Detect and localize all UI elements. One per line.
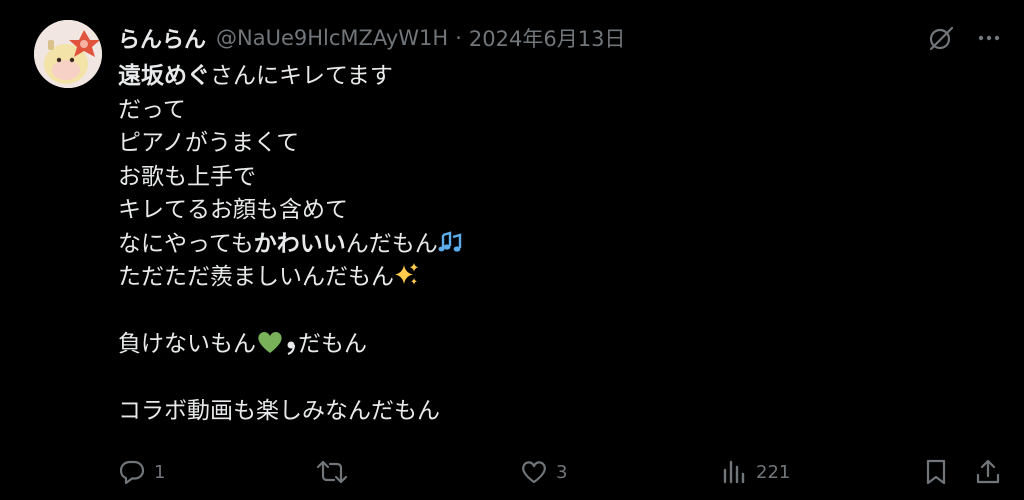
bookmark-icon [926,459,946,485]
share-icon [976,459,1000,484]
tweet-line: ただただ羨ましいんだもん [118,261,462,295]
sparkles-icon [394,262,420,299]
tweet-bold-text: かわいい [253,230,346,257]
tweet-text-segment: 負けないもん [118,331,256,357]
tweet-header: らんらん @NaUe9HlcMZAyW1H · 2024年6月13日 [118,22,625,54]
display-name[interactable]: らんらん [118,22,206,54]
heart-icon [522,461,546,484]
views-icon [723,460,745,484]
tweet-text-segment: だもん [298,331,367,357]
reply-count: 1 [154,461,166,483]
tweet-text-segment: なにやっても [118,230,254,257]
bookmark-button[interactable] [922,455,950,489]
views-count: 221 [756,461,791,483]
reply-button[interactable]: 1 [118,455,165,489]
tweet-line: コラボ動画も楽しみなんだもん [118,398,440,424]
retweet-button[interactable] [316,455,356,489]
retweet-icon [316,460,348,484]
tweet-date[interactable]: 2024年6月13日 [469,23,626,53]
tweet-text-segment: さんにキレてます [210,63,393,89]
reply-icon [119,460,145,485]
tweet-bold-text: 遠坂めぐ [118,63,210,89]
avatar[interactable] [34,20,102,88]
musical-notes-icon [438,230,462,266]
tweet[interactable]: らんらん @NaUe9HlcMZAyW1H · 2024年6月13日 遠坂めぐさ… [0,0,1024,500]
share-button[interactable] [974,455,1002,489]
tweet-line: 遠坂めぐさんにキレてます [118,60,462,94]
green-heart-icon [256,329,284,366]
tweet-text: 遠坂めぐさんにキレてます だって ピアノがうまくて お歌も上手で キレてるお顔も… [118,60,462,429]
tweet-top-actions [928,22,1002,54]
tweet-text-segment: んだもん [345,230,438,257]
tweet-line: キレてるお顔も含めて [118,197,348,223]
tweet-line: なにやってもかわいいんだもん [118,228,462,262]
avatar-image [34,20,102,88]
tweet-line: ピアノがうまくて [118,130,300,156]
user-handle[interactable]: @NaUe9HlcMZAyW1H [216,26,448,50]
views-button[interactable]: 221 [720,455,790,489]
tweet-text-segment: ただただ羨ましいんだもん [118,264,394,290]
grok-icon[interactable] [928,25,954,51]
like-count: 3 [556,461,568,483]
comma-glyph-icon [284,329,298,366]
more-icon[interactable] [976,25,1002,51]
tweet-line: 負けないもん だもん [118,328,462,362]
tweet-line: だって [118,96,186,123]
tweet-line: お歌も上手で [118,163,256,190]
tweet-action-bar: 1 3 221 [0,455,1024,489]
meta-separator: · [455,26,462,50]
like-button[interactable]: 3 [520,455,567,489]
